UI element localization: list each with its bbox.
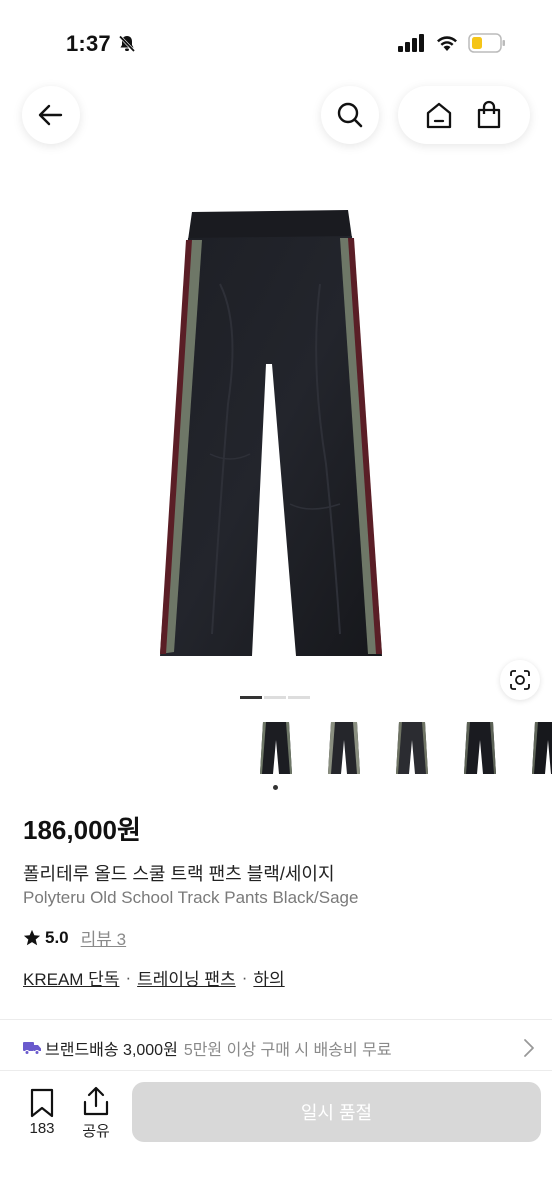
lens-icon [510, 670, 530, 690]
divider [0, 1019, 552, 1020]
shopping-bag-icon[interactable] [474, 100, 504, 130]
tag-list: KREAM 단독 · 트레이닝 팬츠 · 하의 [23, 965, 285, 990]
wifi-icon [437, 36, 457, 51]
product-price: 186,000원 [23, 815, 141, 845]
image-pagination [240, 696, 310, 699]
chevron-right-icon [524, 1039, 534, 1057]
rating-row: 5.0 리뷰 3 [23, 925, 126, 950]
rating-score: 5.0 [45, 927, 69, 947]
share-label: 공유 [82, 1123, 110, 1140]
shipping-row[interactable]: 브랜드배송 3,000원 5만원 이상 구매 시 배송비 무료 [23, 1036, 535, 1060]
tag-separator: · [241, 967, 248, 987]
page-dot [264, 696, 286, 699]
divider [0, 1070, 552, 1071]
bookmark-button[interactable]: 183 [22, 1088, 62, 1137]
back-button[interactable] [22, 86, 80, 144]
status-time-text: 1:37 [66, 31, 111, 56]
back-arrow-icon [38, 104, 63, 126]
lens-button[interactable] [500, 660, 540, 700]
search-icon [337, 102, 363, 128]
thumbnail-2[interactable] [316, 718, 372, 778]
status-time: 1:37 [66, 31, 137, 57]
tag-training-pants[interactable]: 트레이닝 팬츠 [137, 965, 236, 990]
thumbnail-4[interactable] [452, 718, 508, 778]
review-link[interactable]: 리뷰 3 [81, 925, 126, 950]
signal-icon [398, 34, 424, 52]
product-image[interactable] [150, 204, 400, 664]
share-button[interactable]: 공유 [76, 1086, 116, 1141]
search-button[interactable] [321, 86, 379, 144]
tag-separator: · [125, 967, 132, 987]
truck-icon [23, 1042, 41, 1055]
thumbnail-5[interactable] [520, 718, 552, 778]
bookmark-icon [30, 1088, 54, 1118]
home-icon[interactable] [424, 100, 454, 130]
star-icon [23, 929, 41, 945]
page-dot-active [240, 696, 262, 699]
battery-icon [468, 33, 505, 53]
product-title-en: Polyteru Old School Track Pants Black/Sa… [23, 888, 359, 907]
status-bar: 1:37 [0, 0, 552, 84]
tag-bottoms[interactable]: 하의 [253, 965, 284, 990]
product-title-ko: 폴리테루 올드 스쿨 트랙 팬츠 블랙/세이지 [23, 864, 335, 884]
silent-bell-icon [118, 35, 135, 53]
share-icon [83, 1086, 109, 1116]
header-actions [398, 86, 530, 144]
page-dot [288, 696, 310, 699]
bottom-bar: 183 공유 일시 품절 [0, 1072, 552, 1200]
tag-kream-exclusive[interactable]: KREAM 단독 [23, 965, 119, 990]
thumbnail-1[interactable] [248, 718, 304, 778]
shipping-sub: 5만원 이상 구매 시 배송비 무료 [183, 1042, 392, 1059]
bookmark-count: 183 [29, 1120, 55, 1137]
thumbnail-strip [248, 718, 552, 782]
thumbnail-3[interactable] [384, 718, 440, 778]
shipping-main: 브랜드배송 3,000원 [45, 1042, 178, 1059]
soldout-button[interactable]: 일시 품절 [132, 1082, 541, 1142]
thumbnail-indicator [273, 785, 278, 790]
